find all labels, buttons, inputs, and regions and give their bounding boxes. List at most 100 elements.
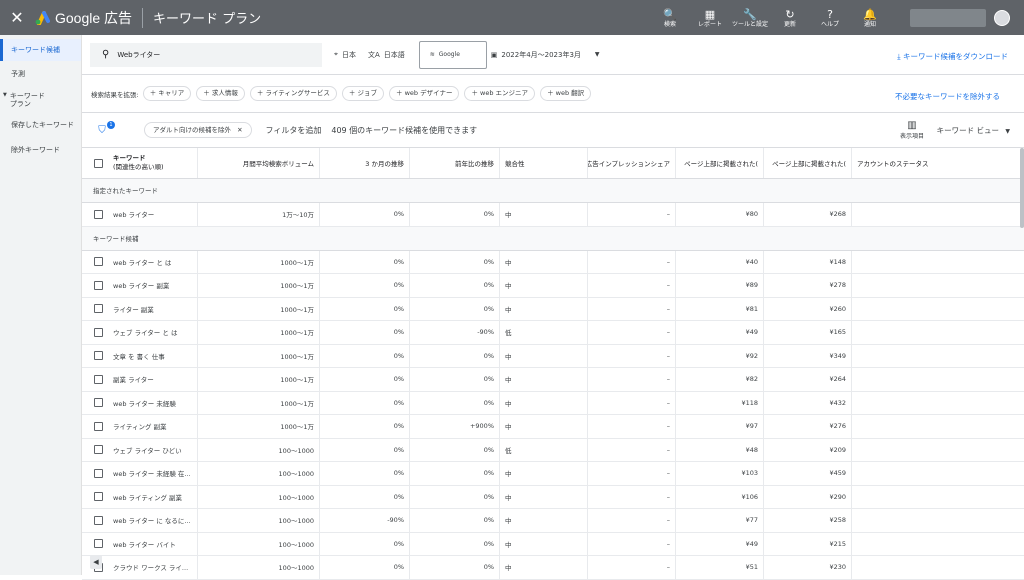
cell-bid-low: ¥81 xyxy=(676,297,764,320)
broaden-chip[interactable]: ＋ ジョブ xyxy=(341,86,384,101)
download-keyword-ideas-button[interactable]: ⤓ キーワード候補をダウンロード xyxy=(897,51,1008,62)
vertical-scrollbar[interactable] xyxy=(1020,148,1024,228)
row-checkbox[interactable] xyxy=(94,515,103,525)
cell-value: 100〜1000 xyxy=(278,540,314,549)
table-row[interactable]: ライター 副業 1000〜1万 0% 0% 中 – ¥81 ¥260 xyxy=(82,297,1024,321)
toolbar-search-button[interactable]: 🔍 検索 xyxy=(650,7,690,29)
columns-button[interactable]: ▥ 表示項目 xyxy=(900,120,924,140)
date-range-selector[interactable]: ▣ 2022年4月〜2023年3月 ▼ xyxy=(491,50,600,60)
table-row[interactable]: web ライター に なるに... 100〜1000 -90% 0% 中 – ¥77 ¥258 xyxy=(82,509,1024,533)
toolbar-wrench-button[interactable]: 🔧 ツールと設定 xyxy=(730,7,770,29)
header-keyword[interactable]: キーワード (関連性の高い順) xyxy=(82,148,198,178)
close-icon[interactable]: ✕ xyxy=(0,8,34,27)
sidebar-item-forecast[interactable]: 予測 xyxy=(0,69,81,79)
cell-value: 0% xyxy=(393,281,404,290)
avatar[interactable] xyxy=(994,9,1010,26)
row-checkbox[interactable] xyxy=(94,445,103,455)
header-account-status[interactable]: アカウントのステータス xyxy=(852,148,1022,178)
select-all-checkbox[interactable] xyxy=(94,158,103,168)
table-row[interactable]: 文章 を 書く 仕事 1000〜1万 0% 0% 中 – ¥92 ¥349 xyxy=(82,344,1024,368)
filter-icon[interactable]: ⛉ 1 xyxy=(82,120,122,136)
broaden-chip[interactable]: ＋ web デザイナー xyxy=(389,86,460,101)
table-body: 指定されたキーワード web ライター 1万〜10万 0% 0% 中 – ¥80 ¥268 キーワ… xyxy=(82,179,1024,580)
table-row[interactable]: web ライター 未経験 在... 100〜1000 0% 0% 中 – ¥103 ¥459 xyxy=(82,462,1024,486)
table-row[interactable]: ウェブ ライター ひどい 100〜1000 0% 0% 低 – ¥48 ¥209 xyxy=(82,438,1024,462)
cell-bid-low: ¥106 xyxy=(676,485,764,508)
table-row[interactable]: web ライター バイト 100〜1000 0% 0% 中 – ¥49 ¥215 xyxy=(82,532,1024,556)
toolbar-bell-button[interactable]: 🔔 通知 xyxy=(850,7,890,29)
close-icon[interactable]: ✕ xyxy=(237,126,242,134)
table-row[interactable]: 副業 ライター 1000〜1万 0% 0% 中 – ¥82 ¥264 xyxy=(82,368,1024,392)
account-info[interactable] xyxy=(910,8,986,27)
broaden-chip[interactable]: ＋ ライティングサービス xyxy=(249,86,337,101)
scroll-left-button[interactable]: ◀ xyxy=(90,555,102,569)
header-keyword-label: キーワード xyxy=(113,154,146,162)
cell-volume: 1000〜1万 xyxy=(198,321,320,344)
broaden-chip[interactable]: ＋ web 翻訳 xyxy=(540,86,592,101)
row-checkbox[interactable] xyxy=(94,304,103,314)
cell-impression-share: – xyxy=(588,274,676,297)
cell-yoy: 0% xyxy=(410,532,500,555)
row-checkbox[interactable] xyxy=(94,398,103,408)
table-row[interactable]: ウェブ ライター と は 1000〜1万 0% -90% 低 – ¥49 ¥165 xyxy=(82,321,1024,345)
exclude-keywords-link[interactable]: 不必要なキーワードを除外する xyxy=(895,91,1000,102)
header-bid-high[interactable]: ページ上部に掲載された( xyxy=(764,148,852,178)
sidebar-item-negative-keywords[interactable]: 除外キーワード xyxy=(0,145,81,155)
row-checkbox[interactable] xyxy=(94,351,103,361)
header-volume[interactable]: 月間平均検索ボリューム xyxy=(198,148,320,178)
table-row[interactable]: web ライティング 副業 100〜1000 0% 0% 中 – ¥106 ¥290 xyxy=(82,485,1024,509)
view-label: キーワード ビュー xyxy=(936,126,999,135)
row-checkbox[interactable] xyxy=(94,492,103,502)
row-checkbox[interactable] xyxy=(94,421,103,431)
broaden-chip[interactable]: ＋ 求人情報 xyxy=(196,86,245,101)
cell-value: – xyxy=(666,469,670,478)
view-selector[interactable]: キーワード ビュー ▼ xyxy=(937,125,1010,136)
cell-value: ¥209 xyxy=(829,445,846,454)
chevron-down-icon: ▼ xyxy=(594,51,600,58)
adult-filter-chip[interactable]: アダルト向けの候補を除外 ✕ xyxy=(144,122,252,138)
table-row[interactable]: web ライター 1万〜10万 0% 0% 中 – ¥80 ¥268 xyxy=(82,203,1024,227)
network-icon: ≋ xyxy=(429,51,435,58)
header-impression-share[interactable]: 広告インプレッションシェア xyxy=(588,148,676,178)
row-checkbox[interactable] xyxy=(94,327,103,337)
table-row[interactable]: ライティング 副業 1000〜1万 0% +900% 中 – ¥97 ¥276 xyxy=(82,415,1024,439)
row-checkbox[interactable] xyxy=(94,257,103,267)
row-checkbox[interactable] xyxy=(94,280,103,290)
header-bid-low[interactable]: ページ上部に掲載された( xyxy=(676,148,764,178)
cell-impression-share: – xyxy=(588,250,676,273)
cell-value: ¥103 xyxy=(741,469,758,478)
add-filter-button[interactable]: フィルタを追加 xyxy=(266,125,322,136)
header-yoy[interactable]: 前年比の推移 xyxy=(410,148,500,178)
cell-three-month: 0% xyxy=(320,556,410,579)
network-selector[interactable]: ≋ Google xyxy=(418,40,487,69)
table-row[interactable]: web ライター 副業 1000〜1万 0% 0% 中 – ¥89 ¥278 xyxy=(82,274,1024,298)
header-three-month[interactable]: 3 か月の推移 xyxy=(320,148,410,178)
row-checkbox[interactable] xyxy=(94,539,103,549)
cell-value: -90% xyxy=(477,328,494,337)
row-checkbox[interactable] xyxy=(94,374,103,384)
toolbar-help-button[interactable]: ? ヘルプ xyxy=(810,7,850,29)
header-competition[interactable]: 競合性 xyxy=(500,148,588,178)
row-checkbox[interactable] xyxy=(94,468,103,478)
sidebar-item-saved-keywords[interactable]: 保存したキーワード xyxy=(0,120,81,130)
language-selector[interactable]: 文A 日本語 xyxy=(368,50,405,60)
broaden-chip[interactable]: ＋ キャリア xyxy=(142,86,192,101)
location-selector[interactable]: ⌖ 日本 xyxy=(334,50,356,60)
broaden-chip[interactable]: ＋ web エンジニア xyxy=(464,86,536,101)
keyword-search-field[interactable]: ⚲ Webライター xyxy=(90,42,322,67)
sidebar-item-keyword-plan[interactable]: ▼ キーワード プラン xyxy=(0,92,81,108)
table-row[interactable]: クラウド ワークス ライ... 100〜1000 0% 0% 中 – ¥51 ¥230 xyxy=(82,556,1024,580)
cell-competition: 中 xyxy=(500,532,588,555)
cell-value: ウェブ ライター と は xyxy=(113,329,178,338)
plus-icon: ＋ xyxy=(547,89,556,97)
google-ads-logo[interactable]: Google 広告 xyxy=(34,8,132,28)
table-row[interactable]: web ライター と は 1000〜1万 0% 0% 中 – ¥40 ¥148 xyxy=(82,250,1024,274)
toolbar-refresh-button[interactable]: ↻ 更新 xyxy=(770,7,810,29)
cell-value: 0% xyxy=(393,351,404,360)
row-checkbox[interactable] xyxy=(94,209,103,219)
table-row[interactable]: web ライター 未経験 1000〜1万 0% 0% 中 – ¥118 ¥432 xyxy=(82,391,1024,415)
cell-bid-high: ¥268 xyxy=(764,203,852,226)
toolbar-report-button[interactable]: ▦ レポート xyxy=(690,7,730,29)
sidebar-item-keyword-ideas[interactable]: キーワード候補 xyxy=(0,39,81,61)
cell-value: web ライター と は xyxy=(113,258,172,267)
